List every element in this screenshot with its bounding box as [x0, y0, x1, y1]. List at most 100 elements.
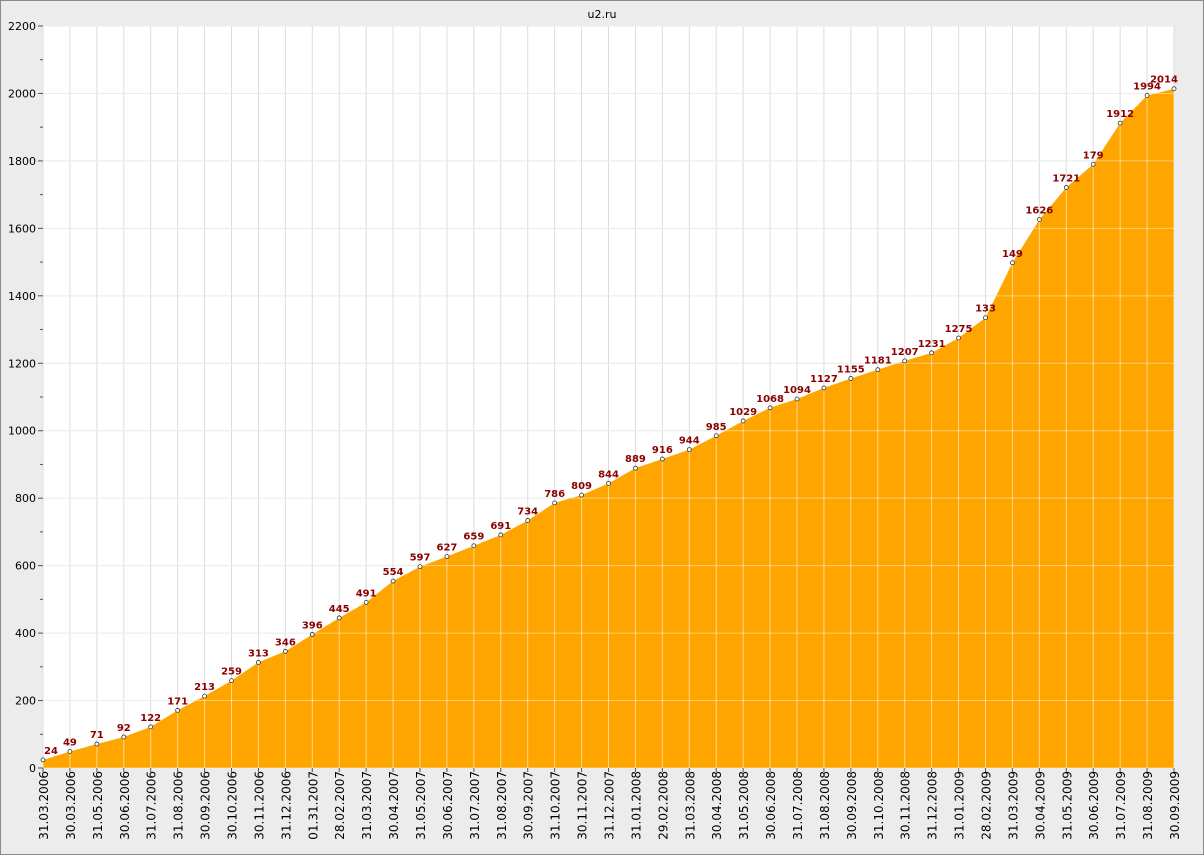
data-point: [983, 315, 988, 321]
x-tick-label: 30.04.2007: [387, 771, 401, 840]
x-tick-label: 31.05.2009: [1060, 771, 1074, 840]
data-label: 313: [248, 648, 269, 659]
y-tick-label: 1200: [8, 357, 36, 370]
data-point: [929, 350, 935, 356]
x-tick-label: 01.31.2007: [306, 771, 320, 840]
x-tick-label: 31.12.2006: [279, 771, 293, 840]
chart-title: u2.ru: [588, 8, 617, 21]
x-tick-label: 30.09.2009: [1168, 771, 1182, 840]
x-tick-label: 31.07.2009: [1114, 771, 1128, 840]
data-label: 1912: [1106, 109, 1134, 120]
data-label: 554: [383, 567, 404, 578]
x-tick-label: 31.10.2008: [872, 771, 886, 840]
x-tick-label: 30.04.2009: [1033, 771, 1047, 840]
data-point: [175, 707, 181, 713]
data-point: [1063, 185, 1069, 190]
x-tick-label: 28.02.2007: [333, 771, 347, 840]
data-label: 149: [1002, 249, 1023, 260]
data-label: 627: [436, 543, 457, 554]
x-tick-label: 30.11.2007: [576, 771, 590, 840]
x-tick-label: 30.09.2007: [522, 771, 536, 840]
data-label: 213: [194, 682, 215, 693]
x-tick-label: 28.02.2009: [980, 771, 994, 840]
data-point: [659, 456, 665, 462]
data-point: [552, 500, 558, 506]
x-tick-label: 31.03.2006: [37, 771, 51, 840]
data-label: 491: [356, 588, 377, 599]
x-tick-label: 31.03.2008: [683, 771, 697, 840]
x-axis: 31.03.2006 30.03.2006 31.05.2006 30.06.2006…: [37, 768, 1182, 840]
x-tick-label: 31.12.2008: [926, 771, 940, 840]
data-point: [363, 599, 369, 605]
x-tick-label: 30.06.2006: [118, 771, 132, 840]
data-label: 659: [463, 532, 484, 543]
data-point: [902, 358, 908, 364]
data-label: 1626: [1025, 206, 1053, 217]
data-point: [444, 554, 450, 559]
x-tick-label: 30.09.2006: [199, 771, 213, 840]
data-label: 2014: [1150, 75, 1178, 86]
y-tick-label: 400: [15, 627, 36, 640]
data-label: 809: [571, 481, 592, 492]
x-tick-label: 30.11.2008: [899, 771, 913, 840]
x-tick-label: 31.01.2008: [629, 771, 643, 840]
x-tick-label: 30.06.2008: [764, 771, 778, 840]
data-point: [740, 418, 746, 424]
data-point: [686, 447, 692, 453]
x-tick-label: 31.10.2007: [549, 771, 563, 840]
data-point: [794, 396, 800, 402]
data-label: 1181: [864, 356, 892, 367]
data-label: 171: [167, 696, 188, 707]
data-label: 92: [117, 723, 131, 734]
data-point: [875, 367, 881, 373]
x-tick-label: 31.08.2008: [818, 771, 832, 840]
data-point: [606, 480, 611, 486]
y-tick-label: 1000: [8, 425, 36, 438]
x-tick-label: 30.04.2008: [710, 771, 724, 840]
data-point: [956, 335, 961, 341]
data-point: [229, 678, 234, 684]
data-point: [94, 741, 100, 747]
x-tick-label: 30.11.2006: [252, 771, 266, 840]
data-label: 844: [598, 469, 619, 480]
data-label: 1127: [810, 374, 838, 385]
data-point: [309, 632, 315, 637]
x-tick-label: 31.08.2009: [1141, 771, 1155, 840]
x-tick-label: 31.05.2006: [91, 771, 105, 840]
y-tick-label: 600: [15, 560, 36, 573]
data-label: 179: [1083, 150, 1104, 161]
y-tick-label: 1800: [8, 155, 36, 168]
data-point: [40, 757, 46, 763]
y-tick-label: 1400: [8, 290, 36, 303]
x-tick-label: 31.07.2006: [145, 771, 159, 840]
data-label: 1029: [729, 407, 757, 418]
data-label: 889: [625, 454, 646, 465]
data-label: 445: [329, 604, 350, 615]
data-point: [1010, 260, 1015, 266]
y-tick-label: 800: [15, 492, 36, 505]
x-tick-label: 31.07.2007: [468, 771, 482, 840]
data-label: 1068: [756, 394, 784, 405]
data-point: [1144, 93, 1150, 98]
data-label: 691: [490, 521, 511, 532]
data-point: [525, 518, 531, 523]
data-point: [579, 492, 584, 498]
x-tick-label: 31.03.2009: [1006, 771, 1020, 840]
data-label: 24: [44, 746, 58, 757]
x-tick-label: 31.05.2007: [414, 771, 428, 840]
y-tick-label: 1600: [8, 222, 36, 235]
data-point: [1036, 217, 1042, 222]
x-tick-label: 31.01.2009: [953, 771, 967, 840]
data-label: 1721: [1052, 174, 1080, 185]
x-tick-label: 30.03.2006: [64, 771, 78, 840]
data-point: [1117, 120, 1123, 126]
data-point: [633, 465, 638, 471]
data-label: 985: [706, 422, 727, 433]
data-label: 1155: [837, 364, 865, 375]
data-label: 944: [679, 436, 700, 447]
x-tick-label: 30.06.2009: [1087, 771, 1101, 840]
data-label: 49: [63, 737, 77, 748]
chart-frame: u2.ru 24 49 71 92 122 171 213 259 313 346 396 445 49…: [0, 0, 1204, 855]
x-tick-label: 31.08.2007: [495, 771, 509, 840]
data-point: [498, 532, 504, 538]
